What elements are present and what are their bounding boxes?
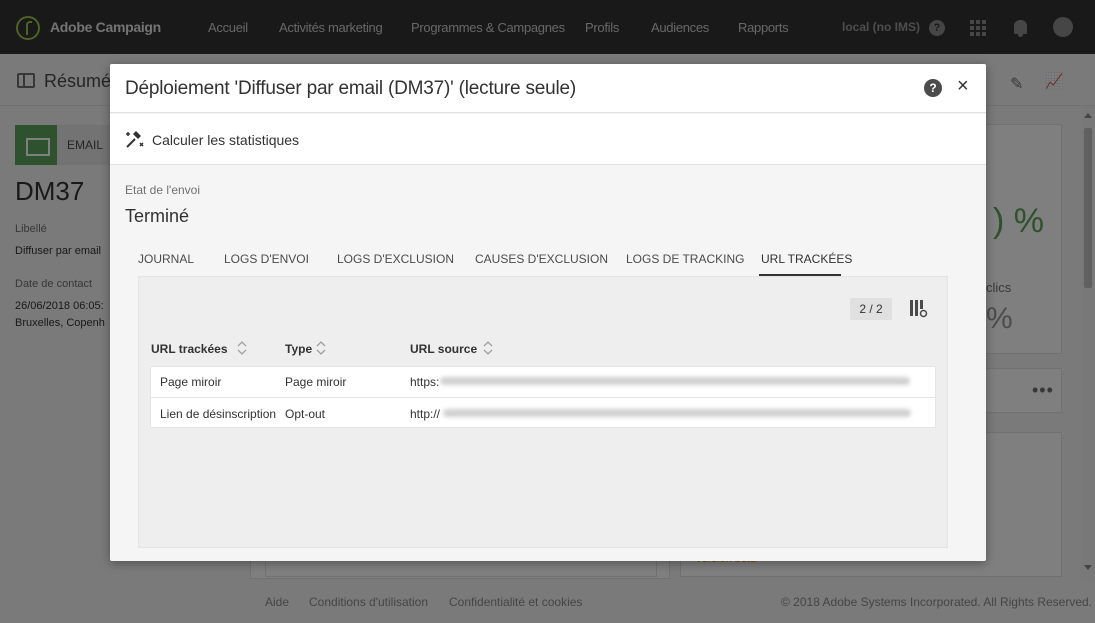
sort-icon[interactable] bbox=[236, 340, 248, 356]
table-row-name[interactable]: Page miroir bbox=[160, 375, 221, 389]
row-divider bbox=[150, 397, 936, 398]
table-row-name[interactable]: Lien de désinscription bbox=[160, 407, 276, 421]
dialog-title: Déploiement 'Diffuser par email (DM37)' … bbox=[125, 78, 577, 99]
blurred-url bbox=[440, 377, 910, 385]
sort-icon[interactable] bbox=[315, 340, 327, 356]
deployment-dialog: Déploiement 'Diffuser par email (DM37)' … bbox=[110, 64, 986, 561]
dialog-help-icon[interactable]: ? bbox=[924, 79, 942, 97]
record-counter: 2 / 2 bbox=[850, 298, 892, 320]
table-row-type: Opt-out bbox=[285, 407, 326, 421]
dialog-header: Déploiement 'Diffuser par email (DM37)' … bbox=[110, 64, 986, 113]
table-row-url: https: bbox=[410, 375, 440, 389]
column-header-url-source[interactable]: URL source bbox=[410, 342, 477, 356]
dialog-close-icon[interactable]: × bbox=[957, 76, 969, 96]
column-settings-icon[interactable] bbox=[910, 300, 928, 318]
column-header-url-trackees[interactable]: URL trackées bbox=[151, 342, 228, 356]
delivery-state-label: Etat de l'envoi bbox=[125, 183, 201, 197]
calculate-statistics-button[interactable]: Calculer les statistiques bbox=[152, 132, 299, 148]
sort-icon[interactable] bbox=[482, 340, 494, 356]
table-row-type: Page miroir bbox=[285, 375, 347, 389]
tab-journal[interactable]: JOURNAL bbox=[138, 252, 194, 266]
tab-logs-tracking[interactable]: LOGS DE TRACKING bbox=[626, 252, 744, 266]
tab-causes-exclusion[interactable]: CAUSES D'EXCLUSION bbox=[475, 252, 608, 266]
blurred-url bbox=[443, 409, 911, 417]
tab-logs-exclusion[interactable]: LOGS D'EXCLUSION bbox=[337, 252, 454, 266]
tab-url-trackees[interactable]: URL TRACKÉES bbox=[761, 252, 852, 266]
tab-logs-envoi[interactable]: LOGS D'ENVOI bbox=[224, 252, 309, 266]
dialog-action-bar: Calculer les statistiques bbox=[110, 114, 986, 165]
delivery-state-value: Terminé bbox=[125, 206, 190, 226]
table-row-url: http:// bbox=[410, 407, 441, 421]
calculate-statistics-icon[interactable] bbox=[125, 131, 145, 149]
column-header-type[interactable]: Type bbox=[285, 342, 312, 356]
